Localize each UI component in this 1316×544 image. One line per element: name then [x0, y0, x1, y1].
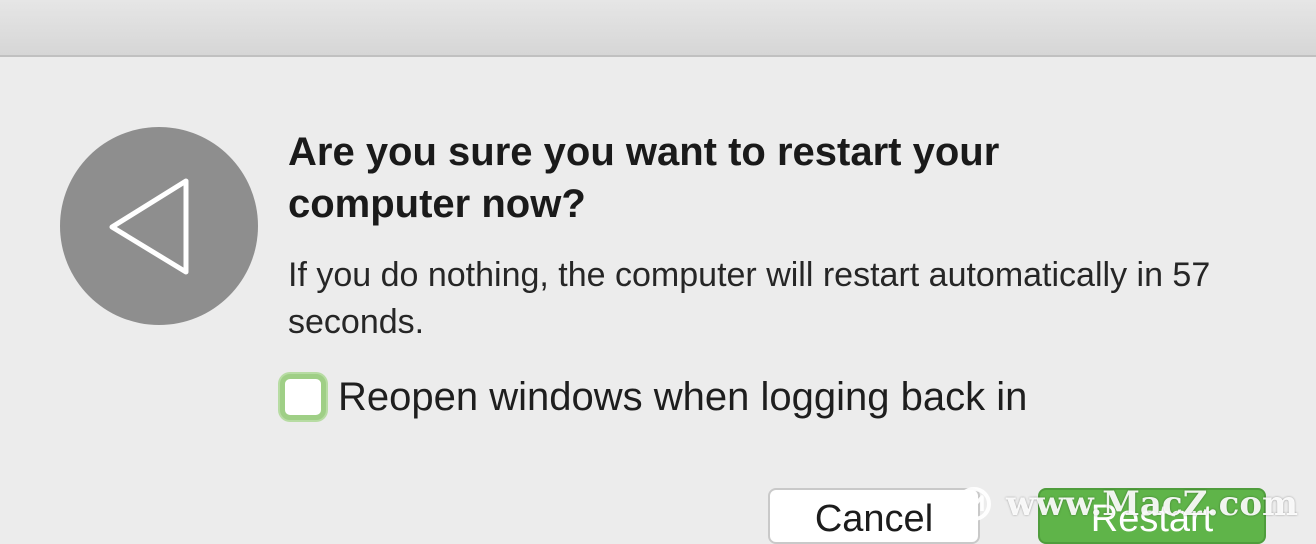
dialog-titlebar: [0, 0, 1316, 57]
dialog-message: If you do nothing, the computer will res…: [288, 256, 1211, 341]
reopen-windows-label[interactable]: Reopen windows when logging back in: [338, 375, 1027, 420]
restart-triangle-icon: [60, 127, 258, 325]
watermark-text: www.MacZ.com: [1006, 484, 1299, 524]
m-logo-icon: [957, 487, 991, 521]
dialog-title: Are you sure you want to restart your co…: [288, 130, 1000, 226]
watermark: www.MacZ.com: [956, 484, 1298, 524]
cancel-button[interactable]: Cancel: [768, 488, 980, 544]
reopen-windows-option[interactable]: Reopen windows when logging back in: [280, 368, 1027, 426]
reopen-windows-checkbox[interactable]: [280, 374, 326, 420]
